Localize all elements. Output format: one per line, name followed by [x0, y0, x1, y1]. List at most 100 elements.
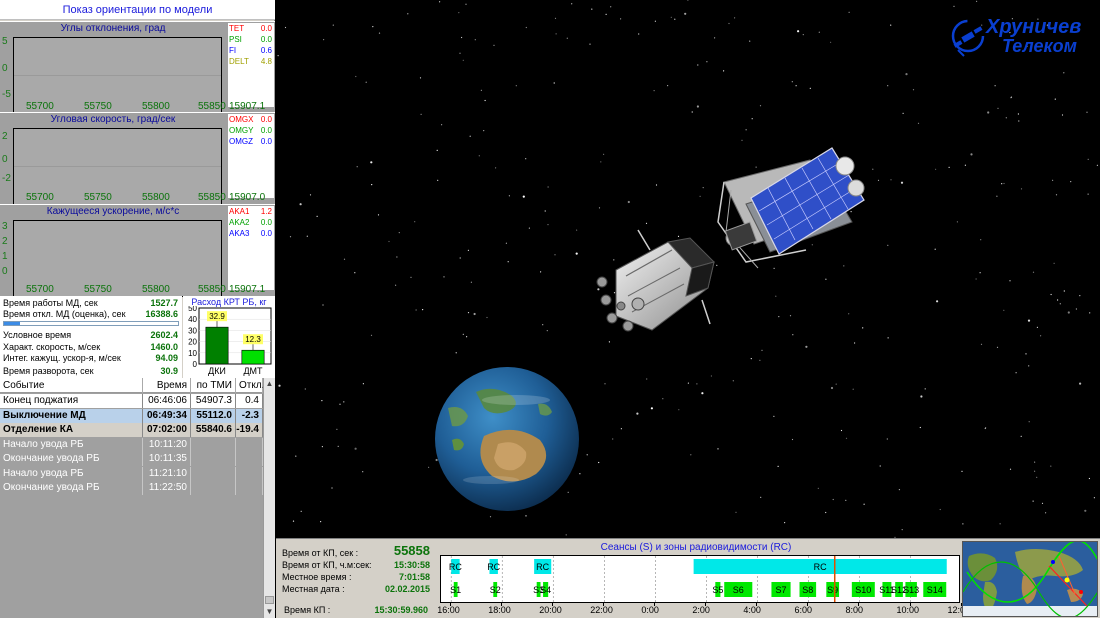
table-cell-name: Начало увода РБ [0, 437, 143, 452]
legend-name: PSI [229, 35, 242, 44]
x-tick: 55700 [26, 284, 54, 295]
table-cell-tmi: 55112.0 [191, 408, 236, 423]
events-table: Событие Время по ТМИ Откл. Конец поджати… [0, 378, 275, 618]
time-sessions-panel: Время от КП, сек : 55858 Время от КП, ч.м… [276, 538, 1100, 618]
table-cell-dev [236, 466, 263, 481]
table-cell-time: 10:11:20 [143, 437, 191, 452]
time-label: Время от КП, сек : [282, 548, 359, 558]
sessions-plot[interactable]: RC RC RC RC S1 S2 S3 S4 S5 S6 S7 S8 S9 S10 S11 S12 S13 S1… [440, 555, 960, 603]
table-row[interactable]: Выключение МД 06:49:34 55112.0 -2.3 [0, 408, 263, 423]
table-cell-time: 06:49:34 [143, 408, 191, 423]
time-label: Местное время : [282, 572, 352, 582]
axis-tick [807, 603, 809, 606]
category-label: ДКИ [208, 366, 226, 376]
table-row[interactable]: Начало увода РБ 10:11:20 [0, 437, 263, 452]
bar-ДКИ [205, 326, 229, 365]
legend-value: 0.0 [260, 115, 272, 124]
session-label: S1 [450, 585, 461, 595]
time-row: Время от КП, ч.м:сек: 15:30:58 [280, 559, 430, 571]
axis-tick [909, 603, 911, 606]
table-row[interactable]: Окончание увода РБ 11:22:50 [0, 481, 263, 495]
info-value: 16388.6 [145, 309, 178, 319]
events-table-header: Событие Время по ТМИ Откл. [0, 378, 264, 393]
y-tick: -2 [2, 173, 11, 184]
axis-tick-label: 10:00 [896, 605, 920, 615]
legend-name: AKA1 [229, 207, 250, 216]
deviation-angles-graph: Углы отклонения, град 5 0 -5 55700 55750… [0, 21, 275, 114]
legend-name: DELT [229, 57, 249, 66]
table-cell-time: 10:11:35 [143, 452, 191, 466]
events-scrollbar[interactable]: ▲ ▼ [263, 378, 275, 618]
table-cell-dev [236, 437, 263, 452]
x-tick: 55800 [142, 192, 170, 203]
logo-line2: Телеком [1002, 36, 1077, 56]
axis-tick-label: 6:00 [794, 605, 812, 615]
ground-track-minimap[interactable] [962, 541, 1098, 617]
time-value: 15:30:58 [393, 560, 430, 570]
col-header-deviation[interactable]: Откл. [236, 378, 264, 393]
y-tick: 0 [2, 154, 8, 165]
legend-name: AKA3 [229, 229, 250, 238]
graph-title: Угловая скорость, град/сек [50, 114, 176, 125]
x-tick: 55750 [84, 284, 112, 295]
kp-time-label: Время КП : [284, 605, 331, 615]
info-label: Время откл. МД (оценка), сек [3, 309, 126, 319]
session-label: S14 [927, 585, 943, 595]
fuel-chart-svg: 50 40 30 20 10 0 32.9 ДКИ 12.3 ДМТ [188, 306, 272, 376]
table-cell-tmi [191, 466, 236, 481]
info-label: Условное время [3, 330, 72, 340]
current-x-value: 15907.0 [229, 192, 266, 203]
axis-tick-label: 22:00 [590, 605, 613, 615]
sessions-timeline: Сеансы (S) и зоны радиовидимости (RC) RC… [432, 539, 970, 618]
rc-zone-label: RC [814, 562, 827, 572]
category-label: ДМТ [243, 366, 263, 376]
bar-ДМТ [241, 349, 265, 365]
table-row[interactable]: Окончание увода РБ 10:11:35 [0, 452, 263, 466]
y-tick: 2 [2, 236, 8, 247]
graph-title: Углы отклонения, град [60, 23, 166, 34]
x-tick: 55800 [142, 284, 170, 295]
table-cell-time: 06:46:06 [143, 394, 191, 408]
y-tick-label: 20 [188, 338, 197, 347]
scroll-thumb[interactable] [265, 596, 274, 604]
time-row: Местное время : 7:01:58 [280, 571, 430, 583]
table-cell-dev: -19.4 [236, 423, 263, 437]
table-row[interactable]: Начало увода РБ 11:21:10 [0, 466, 263, 481]
y-tick: 0 [2, 63, 8, 74]
col-header-tmi[interactable]: по ТМИ [191, 378, 236, 393]
legend-name: OMGX [229, 115, 254, 124]
legend-name: OMGZ [229, 137, 253, 146]
legend-name: FI [229, 46, 237, 55]
legend-value: 0.0 [260, 126, 272, 135]
info-label: Интег. кажущ. ускор-я, м/сек [3, 353, 121, 363]
session-label: S2 [490, 585, 501, 595]
upper-stage [596, 229, 715, 332]
scroll-up-icon[interactable]: ▲ [264, 378, 275, 390]
x-tick: 55850 [198, 192, 226, 203]
table-cell-name: Окончание увода РБ [0, 481, 143, 495]
session-label: S9 [827, 585, 838, 595]
axis-tick-label: 4:00 [743, 605, 761, 615]
angular-velocity-graph: Угловая скорость, град/сек 2 0 -2 55700 … [0, 112, 275, 205]
session-label: S7 [776, 585, 787, 595]
3d-orbit-view[interactable] [276, 0, 1100, 538]
axis-tick [450, 603, 452, 606]
col-header-time[interactable]: Время [143, 378, 191, 393]
col-header-event[interactable]: Событие [0, 378, 143, 393]
axis-tick-label: 8:00 [845, 605, 863, 615]
table-row[interactable]: Отделение КА 07:02:00 55840.6 -19.4 [0, 423, 263, 437]
session-label: S6 [733, 585, 744, 595]
axis-tick-label: 16:00 [437, 605, 460, 615]
y-tick: 2 [2, 131, 8, 142]
table-row[interactable]: Конец поджатия 06:46:06 54907.3 0.4 [0, 394, 263, 408]
y-tick: 0 [2, 266, 8, 277]
table-cell-tmi [191, 481, 236, 495]
space-scene [277, 0, 1098, 538]
session-label: S13 [903, 585, 919, 595]
current-x-value: 15907.1 [229, 284, 266, 295]
x-tick: 55850 [198, 284, 226, 295]
axis-tick-label: 18:00 [488, 605, 511, 615]
scroll-down-icon[interactable]: ▼ [264, 606, 275, 618]
axis-tick [552, 603, 554, 606]
legend-value: 0.0 [260, 218, 272, 227]
